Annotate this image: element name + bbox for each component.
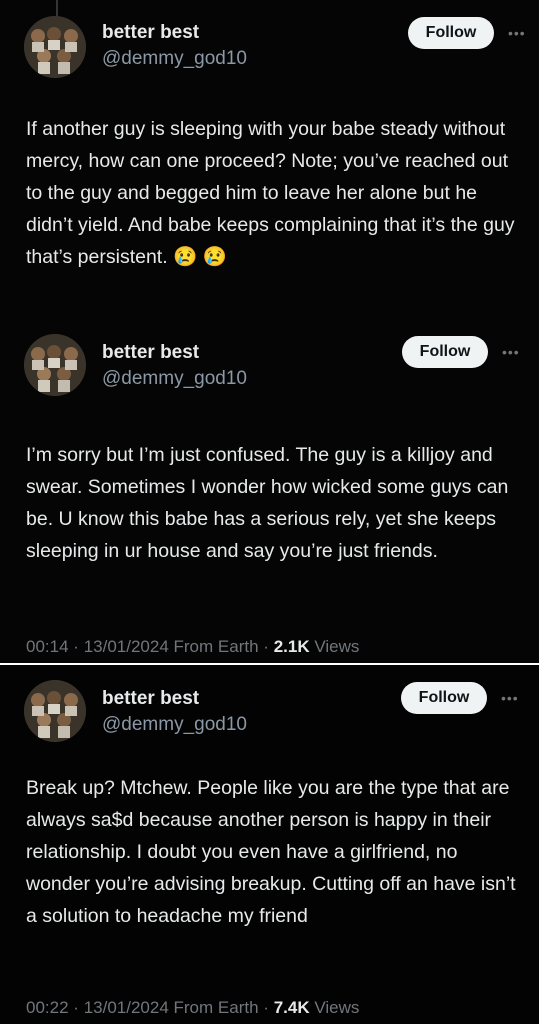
post-meta: 00:22 · 13/01/2024 From Earth · 7.4K Vie… — [26, 998, 359, 1018]
post-time[interactable]: 00:22 — [26, 998, 69, 1017]
user-handle[interactable]: @demmy_god10 — [102, 48, 247, 70]
more-dots-icon[interactable]: ••• — [508, 26, 528, 40]
post-time[interactable]: 00:14 — [26, 637, 69, 656]
follow-button[interactable]: Follow — [408, 17, 494, 49]
post-source: From Earth — [173, 998, 259, 1017]
views-count[interactable]: 7.4K — [274, 998, 310, 1017]
user-handle[interactable]: @demmy_god10 — [102, 368, 247, 390]
views-label: Views — [314, 998, 360, 1017]
meta-separator: · — [73, 637, 79, 656]
meta-separator: · — [263, 998, 269, 1017]
views-count[interactable]: 2.1K — [274, 637, 310, 656]
post-meta: 00:14 · 13/01/2024 From Earth · 2.1K Vie… — [26, 637, 359, 657]
user-handle[interactable]: @demmy_god10 — [102, 714, 247, 736]
more-dots-icon[interactable]: ••• — [502, 345, 522, 359]
avatar[interactable] — [24, 334, 86, 396]
post-date[interactable]: 13/01/2024 — [84, 637, 169, 656]
avatar-image — [24, 16, 86, 78]
post-text: If another guy is sleeping with your bab… — [26, 118, 515, 268]
thread-panel-2: better best @demmy_god10 Follow ••• Brea… — [0, 665, 539, 1024]
thread-panel-1: better best @demmy_god10 Follow ••• If a… — [0, 0, 539, 663]
avatar[interactable] — [24, 680, 86, 742]
avatar[interactable] — [24, 16, 86, 78]
display-name[interactable]: better best — [102, 22, 199, 44]
meta-separator: · — [263, 637, 269, 656]
display-name[interactable]: better best — [102, 688, 199, 710]
post-source: From Earth — [173, 637, 259, 656]
thread-connector-line — [56, 0, 58, 16]
post-text: I’m sorry but I’m just confused. The guy… — [26, 444, 509, 562]
display-name[interactable]: better best — [102, 342, 199, 364]
avatar-image — [24, 334, 86, 396]
follow-button[interactable]: Follow — [402, 336, 488, 368]
follow-button[interactable]: Follow — [401, 682, 487, 714]
post-date[interactable]: 13/01/2024 — [84, 998, 169, 1017]
avatar-image — [24, 680, 86, 742]
post-text: Break up? Mtchew. People like you are th… — [26, 777, 516, 927]
views-label: Views — [314, 637, 360, 656]
meta-separator: · — [73, 998, 79, 1017]
more-dots-icon[interactable]: ••• — [501, 691, 521, 705]
